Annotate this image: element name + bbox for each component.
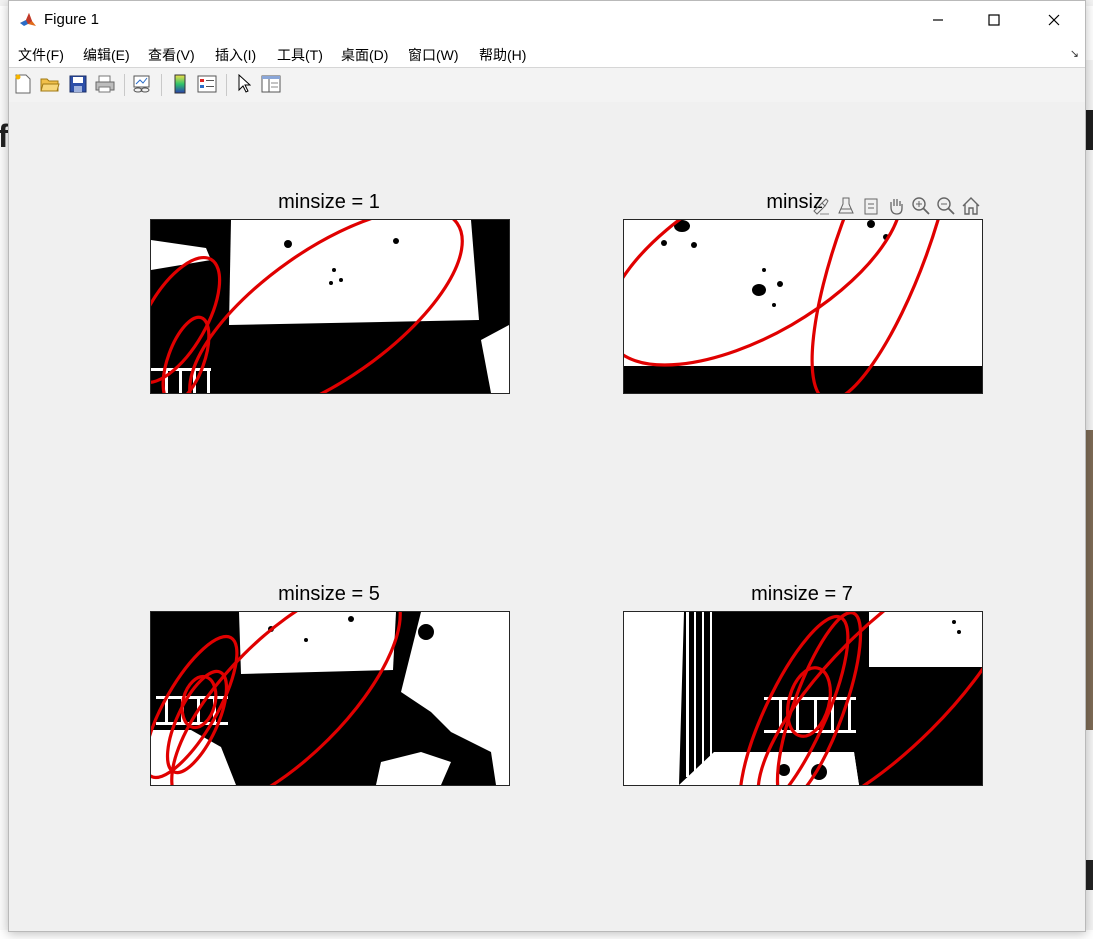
axes-1-image: [151, 220, 509, 393]
close-button[interactable]: [1031, 1, 1077, 39]
menu-view[interactable]: 查看(V): [148, 45, 195, 65]
open-file-icon[interactable]: [39, 73, 61, 95]
title-bar[interactable]: Figure 1: [9, 1, 1085, 39]
figure-window: Figure 1 文件(F) 编辑(E) 查看(V) 插入(I) 工具(T) 桌…: [8, 0, 1086, 932]
save-icon[interactable]: [67, 73, 89, 95]
export-icon[interactable]: [859, 194, 883, 218]
zoom-out-icon[interactable]: [934, 194, 958, 218]
axes-4-image: [624, 612, 982, 785]
menu-file[interactable]: 文件(F): [18, 45, 64, 65]
axes-3-image: [151, 612, 509, 785]
menu-insert[interactable]: 插入(I): [215, 45, 256, 65]
maximize-icon: [988, 14, 1000, 26]
menu-help[interactable]: 帮助(H): [479, 45, 526, 65]
toolbar-separator: [226, 74, 227, 96]
close-icon: [1048, 14, 1060, 26]
axes-1-title: minsize = 1: [278, 191, 380, 213]
pointer-icon[interactable]: [233, 73, 255, 95]
axes-toolbar: [809, 193, 983, 219]
menu-edit[interactable]: 编辑(E): [83, 45, 130, 65]
brush-icon[interactable]: [809, 194, 833, 218]
home-icon[interactable]: [959, 194, 983, 218]
menu-desktop[interactable]: 桌面(D): [341, 45, 388, 65]
toolbar-separator: [124, 74, 125, 96]
maximize-button[interactable]: [971, 1, 1017, 39]
pan-icon[interactable]: [884, 194, 908, 218]
figure-canvas[interactable]: minsize = 1 minsiz minsize = 5 minsize =…: [9, 102, 1085, 930]
toolbar-separator: [161, 74, 162, 96]
zoom-in-icon[interactable]: [909, 194, 933, 218]
window-title: Figure 1: [44, 11, 100, 28]
dock-arrow-icon[interactable]: ↘: [1070, 47, 1079, 60]
link-plot-icon[interactable]: [131, 73, 153, 95]
axes-4[interactable]: [623, 611, 983, 786]
colorbar-icon[interactable]: [169, 73, 191, 95]
matlab-icon: [20, 13, 36, 26]
legend-icon[interactable]: [196, 73, 218, 95]
axes-2[interactable]: [623, 219, 983, 394]
axes-3-title: minsize = 5: [278, 583, 380, 605]
minimize-icon: [933, 19, 943, 21]
new-figure-icon[interactable]: [12, 73, 34, 95]
axes-2-title: minsiz: [766, 191, 823, 213]
print-icon[interactable]: [94, 73, 116, 95]
figure-toolbar: [9, 67, 1085, 103]
minimize-button[interactable]: [915, 1, 961, 39]
menu-bar: 文件(F) 编辑(E) 查看(V) 插入(I) 工具(T) 桌面(D) 窗口(W…: [9, 39, 1085, 67]
menu-window[interactable]: 窗口(W): [408, 45, 459, 65]
axes-1[interactable]: [150, 219, 510, 394]
axes-3[interactable]: [150, 611, 510, 786]
axes-2-image: [624, 220, 982, 393]
property-inspector-icon[interactable]: [260, 73, 282, 95]
axes-4-title: minsize = 7: [751, 583, 853, 605]
data-tips-icon[interactable]: [834, 194, 858, 218]
menu-tools[interactable]: 工具(T): [277, 45, 323, 65]
